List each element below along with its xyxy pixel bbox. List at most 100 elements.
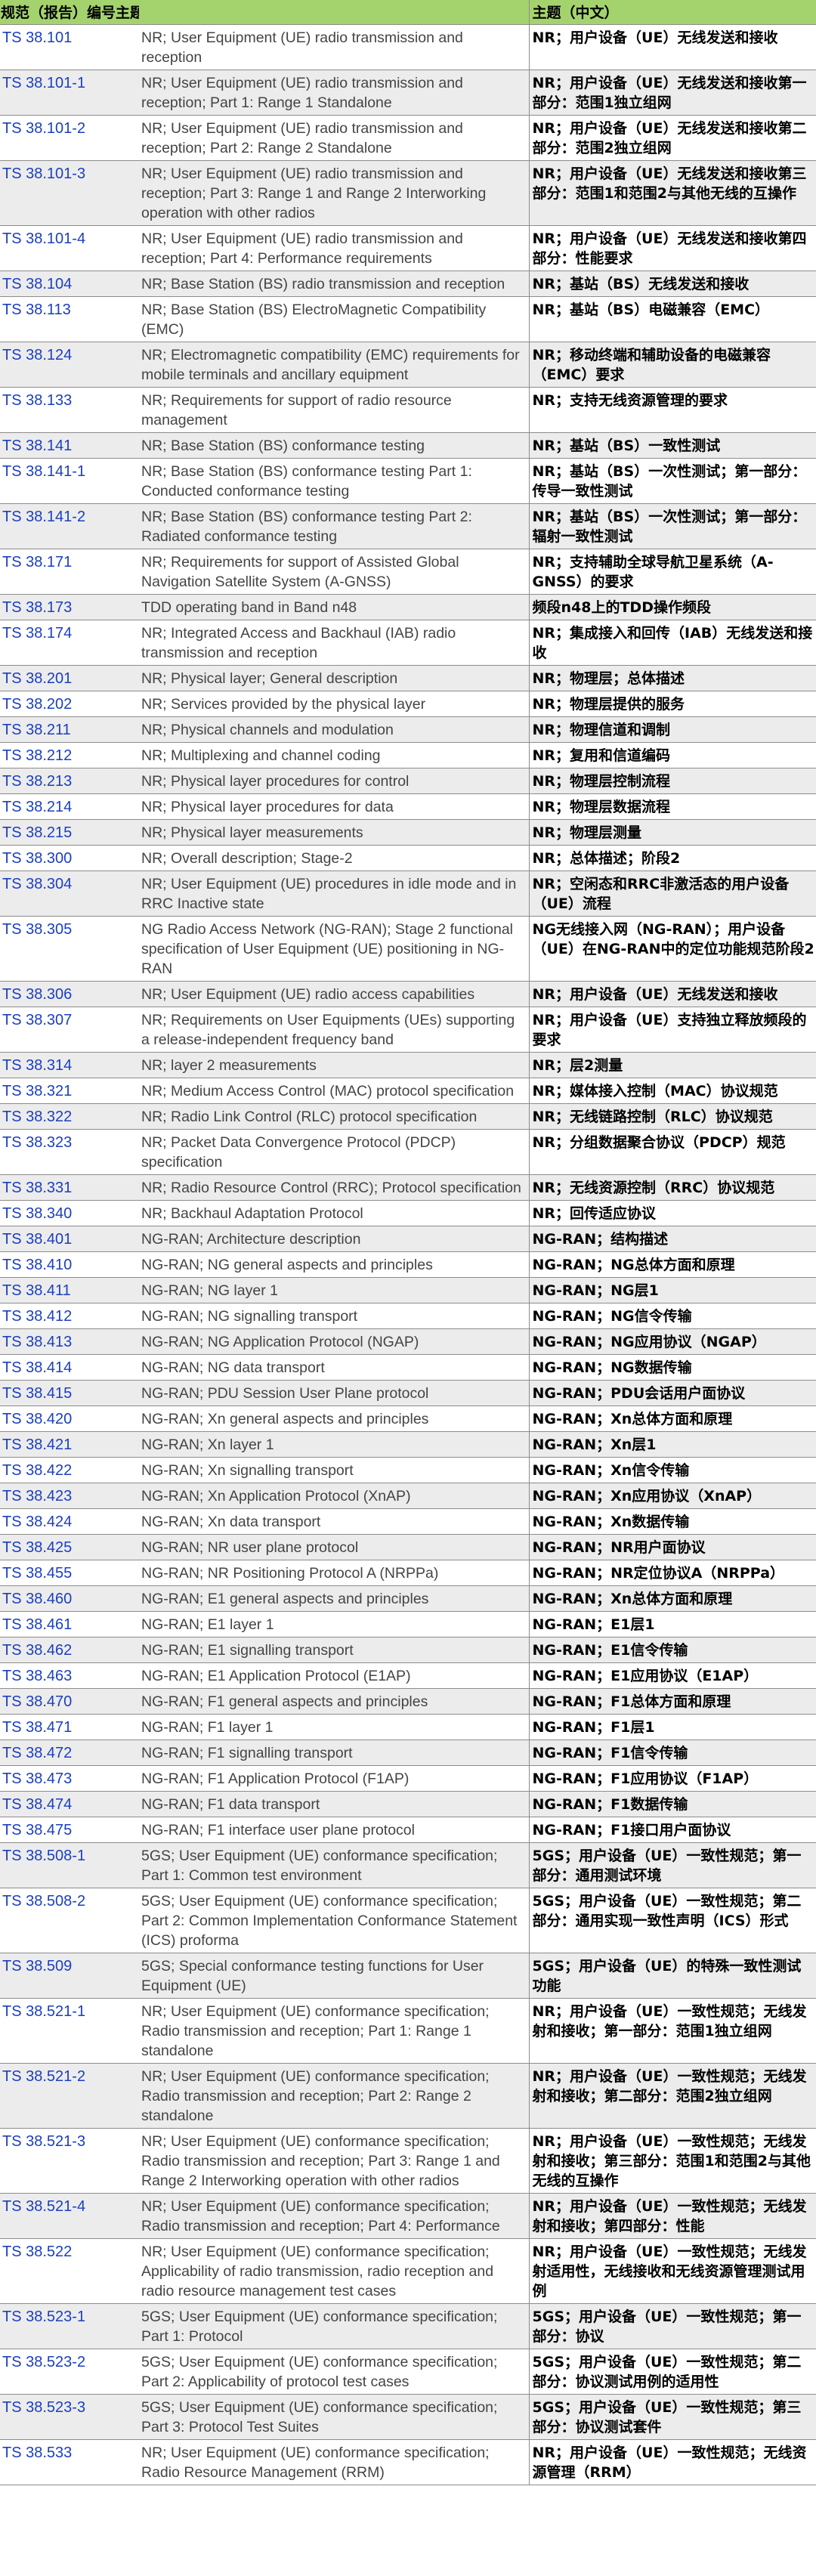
spec-id-link[interactable]: TS 38.213: [2, 773, 72, 790]
spec-id-link[interactable]: TS 38.472: [2, 1745, 72, 1761]
spec-id-link[interactable]: TS 38.304: [2, 876, 72, 892]
spec-id-link[interactable]: TS 38.173: [2, 599, 72, 616]
table-row: TS 38.171 NR; Requirements for support of…: [0, 549, 816, 595]
spec-id-link[interactable]: TS 38.521-3: [2, 2133, 85, 2150]
spec-table-page: 规范（报告）编号主题（英文） 主题（中文） TS 38.101 NR; User …: [0, 0, 816, 2576]
spec-id-link[interactable]: TS 38.455: [2, 1565, 72, 1582]
spec-id-link[interactable]: TS 38.305: [2, 921, 72, 938]
spec-id-link[interactable]: TS 38.202: [2, 696, 72, 713]
spec-id-link[interactable]: TS 38.473: [2, 1770, 72, 1787]
spec-id-link[interactable]: TS 38.133: [2, 392, 72, 409]
spec-id-link[interactable]: TS 38.425: [2, 1539, 72, 1556]
spec-id-cell: TS 38.101-1: [0, 70, 139, 116]
spec-id-link[interactable]: TS 38.474: [2, 1796, 72, 1813]
spec-id-link[interactable]: TS 38.412: [2, 1308, 72, 1325]
spec-id-link[interactable]: TS 38.414: [2, 1359, 72, 1376]
subject-en-cell: NR; Requirements for support of radio re…: [139, 387, 530, 433]
spec-id-link[interactable]: TS 38.113: [2, 302, 71, 318]
spec-id-link[interactable]: TS 38.410: [2, 1257, 72, 1273]
spec-id-link[interactable]: TS 38.423: [2, 1488, 72, 1504]
spec-id-link[interactable]: TS 38.508-1: [2, 1848, 85, 1864]
spec-id-link[interactable]: TS 38.211: [2, 722, 71, 738]
spec-id-link[interactable]: TS 38.460: [2, 1591, 72, 1607]
spec-id-link[interactable]: TS 38.314: [2, 1057, 72, 1074]
spec-id-link[interactable]: TS 38.420: [2, 1411, 72, 1427]
subject-en-cell: NR; User Equipment (UE) radio transmissi…: [139, 160, 530, 226]
spec-id-cell: TS 38.340: [0, 1200, 139, 1226]
spec-id-link[interactable]: TS 38.521-1: [2, 2003, 85, 2020]
spec-id-link[interactable]: TS 38.101-4: [2, 230, 85, 247]
table-row: TS 38.141-1 NR; Base Station (BS) conform…: [0, 458, 816, 504]
spec-id-link[interactable]: TS 38.415: [2, 1385, 72, 1402]
spec-id-link[interactable]: TS 38.523-2: [2, 2354, 85, 2370]
spec-id-link[interactable]: TS 38.533: [2, 2445, 72, 2461]
spec-id-link[interactable]: TS 38.462: [2, 1642, 72, 1659]
spec-id-link[interactable]: TS 38.101-2: [2, 120, 85, 137]
subject-zh-cell: NG-RAN；NR用户面协议: [529, 1534, 816, 1560]
spec-id-link[interactable]: TS 38.141: [2, 438, 72, 454]
subject-en-cell: NR; Medium Access Control (MAC) protocol…: [139, 1078, 530, 1104]
spec-id-link[interactable]: TS 38.331: [2, 1180, 72, 1196]
spec-id-link[interactable]: TS 38.212: [2, 747, 72, 764]
spec-id-link[interactable]: TS 38.421: [2, 1436, 72, 1453]
spec-id-link[interactable]: TS 38.424: [2, 1514, 72, 1530]
spec-id-cell: TS 38.314: [0, 1052, 139, 1078]
spec-id-link[interactable]: TS 38.322: [2, 1109, 72, 1125]
subject-en-cell: NG-RAN; Xn layer 1: [139, 1431, 530, 1458]
spec-id-link[interactable]: TS 38.321: [2, 1083, 72, 1099]
spec-id-link[interactable]: TS 38.401: [2, 1231, 72, 1248]
spec-id-link[interactable]: TS 38.214: [2, 799, 72, 815]
spec-id-cell: TS 38.423: [0, 1483, 139, 1509]
table-row: TS 38.101-1 NR; User Equipment (UE) radio…: [0, 70, 816, 116]
spec-id-link[interactable]: TS 38.422: [2, 1462, 72, 1479]
subject-zh-cell: NR；用户设备（UE）一致性规范；无线发射和接收；第一部分：范围1独立组网: [529, 1998, 816, 2064]
spec-id-link[interactable]: TS 38.521-4: [2, 2198, 85, 2215]
spec-id-link[interactable]: TS 38.461: [2, 1616, 72, 1633]
spec-id-link[interactable]: TS 38.323: [2, 1134, 72, 1151]
spec-id-link[interactable]: TS 38.509: [2, 1958, 72, 1975]
subject-en-cell: NR; Base Station (BS) ElectroMagnetic Co…: [139, 296, 530, 342]
spec-id-link[interactable]: TS 38.411: [2, 1282, 71, 1299]
table-row: TS 38.509 5GS; Special conformance testin…: [0, 1953, 816, 1999]
spec-id-link[interactable]: TS 38.171: [2, 554, 72, 571]
spec-id-link[interactable]: TS 38.124: [2, 347, 72, 363]
spec-id-link[interactable]: TS 38.141-2: [2, 509, 85, 525]
spec-id-link[interactable]: TS 38.475: [2, 1822, 72, 1838]
spec-id-link[interactable]: TS 38.101: [2, 29, 72, 46]
spec-id-link[interactable]: TS 38.340: [2, 1205, 72, 1222]
spec-id-link[interactable]: TS 38.470: [2, 1693, 72, 1710]
subject-zh-cell: NG-RAN；Xn应用协议（XnAP）: [529, 1483, 816, 1509]
spec-id-link[interactable]: TS 38.201: [2, 670, 72, 687]
subject-zh-cell: NR；媒体接入控制（MAC）协议规范: [529, 1078, 816, 1104]
subject-en-cell: NG-RAN; NR Positioning Protocol A (NRPPa…: [139, 1560, 530, 1586]
table-row: TS 38.133 NR; Requirements for support of…: [0, 387, 816, 433]
spec-id-cell: TS 38.471: [0, 1714, 139, 1740]
spec-id-link[interactable]: TS 38.300: [2, 850, 72, 867]
spec-id-cell: TS 38.411: [0, 1277, 139, 1303]
spec-id-link[interactable]: TS 38.104: [2, 276, 72, 292]
spec-id-link[interactable]: TS 38.508-2: [2, 1893, 85, 1910]
subject-zh-cell: NR；用户设备（UE）一致性规范；无线发射适用性，无线接收和无线资源管理测试用例: [529, 2238, 816, 2304]
spec-id-link[interactable]: TS 38.306: [2, 986, 72, 1003]
spec-id-cell: TS 38.425: [0, 1534, 139, 1560]
subject-en-cell: NG-RAN; NG data transport: [139, 1354, 530, 1381]
spec-id-link[interactable]: TS 38.215: [2, 824, 72, 841]
spec-id-link[interactable]: TS 38.523-1: [2, 2309, 85, 2325]
subject-en-cell: NG-RAN; E1 Application Protocol (E1AP): [139, 1662, 530, 1689]
spec-id-link[interactable]: TS 38.141-1: [2, 463, 85, 480]
spec-id-link[interactable]: TS 38.174: [2, 625, 72, 642]
spec-id-link[interactable]: TS 38.101-1: [2, 75, 85, 91]
subject-en-cell: NG-RAN; F1 general aspects and principle…: [139, 1688, 530, 1715]
subject-en-cell: NG-RAN; Xn Application Protocol (XnAP): [139, 1483, 530, 1509]
spec-id-link[interactable]: TS 38.523-3: [2, 2399, 85, 2416]
spec-id-link[interactable]: TS 38.471: [2, 1719, 72, 1736]
spec-id-link[interactable]: TS 38.413: [2, 1334, 72, 1350]
spec-id-link[interactable]: TS 38.522: [2, 2244, 72, 2260]
spec-id-link[interactable]: TS 38.101-3: [2, 165, 85, 182]
spec-id-link[interactable]: TS 38.521-2: [2, 2068, 85, 2085]
subject-en-cell: NG Radio Access Network (NG-RAN); Stage …: [139, 916, 530, 982]
subject-en-cell: NG-RAN; Xn data transport: [139, 1508, 530, 1535]
subject-zh-cell: NG-RAN；NG信令传输: [529, 1303, 816, 1329]
spec-id-link[interactable]: TS 38.463: [2, 1668, 72, 1684]
spec-id-link[interactable]: TS 38.307: [2, 1012, 72, 1028]
